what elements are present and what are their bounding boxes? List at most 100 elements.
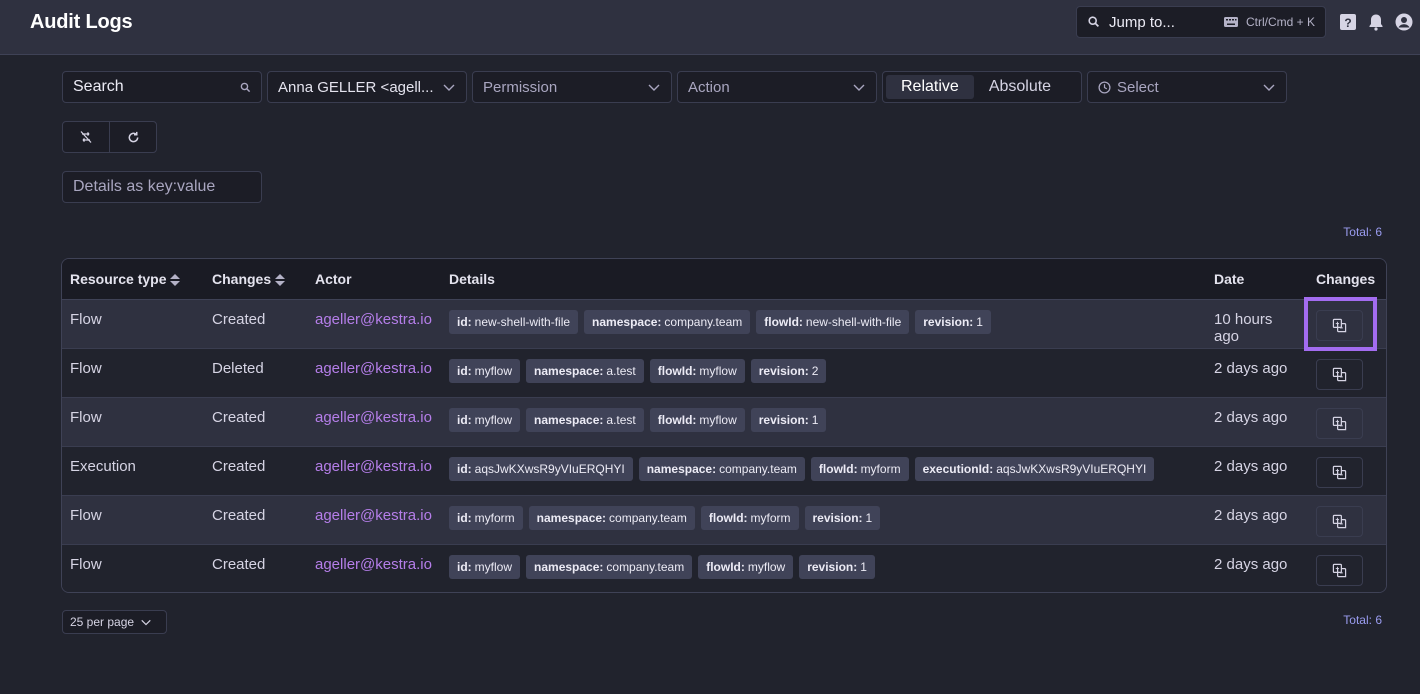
details-filter-input[interactable]: Details as key:value	[62, 171, 262, 203]
detail-chip: revision: 2	[750, 358, 827, 383]
detail-value: myform	[750, 510, 791, 525]
detail-key: id:	[457, 314, 472, 329]
diff-icon	[1332, 416, 1347, 430]
detail-key: id:	[457, 412, 472, 427]
details-filter-placeholder: Details as key:value	[73, 178, 216, 195]
detail-key: flowId:	[818, 461, 858, 476]
detail-key: id:	[457, 461, 472, 476]
detail-chip: revision: 1	[915, 309, 991, 334]
table-row: Flow Created ageller@kestra.io id: myflow nam…	[62, 544, 1386, 592]
keyboard-icon	[1223, 17, 1238, 27]
diff-cell	[1308, 397, 1386, 446]
detail-value: a.test	[606, 363, 636, 378]
detail-value: company.team	[719, 461, 797, 476]
detail-key: id:	[457, 559, 472, 574]
refresh-button[interactable]	[109, 122, 156, 152]
details-cell: id: aqsJwKXwsR9yVIuERQHYI namespace: compan…	[441, 446, 1206, 495]
detail-chip: flowId: myflow	[649, 407, 745, 432]
actor-link[interactable]: ageller@kestra.io	[307, 495, 441, 544]
detail-key: revision:	[807, 559, 858, 574]
action-select[interactable]: Action	[677, 71, 877, 103]
per-page-select[interactable]: 25 per page	[62, 610, 167, 634]
sort-icon	[275, 274, 286, 287]
actor-link[interactable]: ageller@kestra.io	[307, 446, 441, 495]
time-mode-absolute[interactable]: Absolute	[974, 75, 1066, 99]
details-cell: id: myflow namespace: company.team flowId: my…	[441, 544, 1206, 592]
jump-to-search[interactable]: Jump to... Ctrl/Cmd + K	[1076, 6, 1326, 38]
chevron-down-icon	[648, 84, 660, 91]
view-changes-button[interactable]	[1316, 309, 1363, 341]
detail-value: company.team	[664, 314, 743, 329]
detail-value: 1	[865, 510, 873, 525]
view-changes-button[interactable]	[1316, 407, 1363, 439]
diff-icon	[1332, 514, 1347, 528]
column-label: Resource type	[70, 270, 167, 287]
change-cell: Created	[212, 457, 266, 475]
change-cell: Created	[212, 555, 266, 573]
actor-link[interactable]: ageller@kestra.io	[307, 544, 441, 592]
detail-chip: namespace: company.team	[528, 505, 695, 530]
action-placeholder: Action	[688, 78, 730, 96]
actor-link[interactable]: ageller@kestra.io	[307, 397, 441, 446]
view-changes-button[interactable]	[1316, 358, 1363, 390]
detail-chip: id: myflow	[449, 358, 521, 383]
detail-key: id:	[457, 363, 472, 378]
detail-chip: namespace: company.team	[584, 309, 751, 334]
search-icon	[1088, 16, 1099, 27]
page-title: Audit Logs	[30, 11, 133, 33]
detail-chip: id: myflow	[449, 554, 521, 579]
time-range-select[interactable]: Select	[1087, 71, 1287, 103]
details-cell: id: myflow namespace: a.test flowId: myflow re…	[441, 397, 1206, 446]
diff-icon	[1332, 367, 1347, 381]
total-count-top: Total: 6	[1343, 225, 1382, 239]
column-changes[interactable]: Changes	[204, 259, 307, 300]
detail-key: flowId:	[706, 559, 745, 574]
help-icon[interactable]: ?	[1339, 13, 1357, 31]
time-mode-relative[interactable]: Relative	[886, 75, 974, 99]
details-cell: id: myflow namespace: a.test flowId: myflow re…	[441, 348, 1206, 397]
detail-key: flowId:	[764, 314, 803, 329]
detail-chip: id: aqsJwKXwsR9yVIuERQHYI	[449, 456, 633, 481]
detail-chip: id: new-shell-with-file	[449, 309, 579, 334]
diff-cell	[1308, 446, 1386, 495]
date-cell: 10 hours ago	[1214, 310, 1273, 345]
table-row: Flow Deleted ageller@kestra.io id: myflow nam…	[62, 348, 1386, 397]
column-details: Details	[441, 259, 1206, 300]
column-label: Changes	[212, 270, 272, 287]
permission-select[interactable]: Permission	[472, 71, 672, 103]
svg-text:?: ?	[1344, 16, 1351, 30]
detail-key: namespace:	[534, 363, 604, 378]
detail-key: namespace:	[536, 510, 607, 525]
bell-icon[interactable]	[1367, 13, 1385, 31]
view-changes-button[interactable]	[1316, 554, 1363, 586]
user-account-icon[interactable]	[1395, 13, 1413, 31]
chevron-down-icon	[443, 84, 455, 91]
detail-chip: executionId: aqsJwKXwsR9yVIuERQHYI	[914, 456, 1155, 481]
detail-value: 1	[811, 412, 819, 427]
search-input[interactable]: Search	[62, 71, 262, 103]
detail-key: revision:	[758, 412, 809, 427]
detail-chip: flowId: myflow	[649, 358, 745, 383]
detail-chip: namespace: a.test	[526, 407, 644, 432]
change-cell: Deleted	[212, 359, 264, 377]
column-changes-diff: Changes	[1308, 259, 1386, 300]
actor-select[interactable]: Anna GELLER <agell...	[267, 71, 467, 103]
detail-key: namespace:	[534, 412, 604, 427]
detail-value: 1	[976, 314, 983, 329]
sort-icon	[170, 274, 181, 287]
detail-key: flowId:	[657, 363, 697, 378]
chevron-down-icon	[853, 84, 865, 91]
resource-type-cell: Execution	[70, 457, 136, 475]
column-resource-type[interactable]: Resource type	[62, 259, 204, 300]
view-changes-button[interactable]	[1316, 456, 1363, 488]
diff-icon	[1332, 563, 1347, 577]
change-cell: Created	[212, 506, 266, 524]
detail-value: myflow	[699, 412, 737, 427]
detail-chip: revision: 1	[750, 407, 827, 432]
diff-cell	[1308, 299, 1386, 348]
view-changes-button[interactable]	[1316, 505, 1363, 537]
detail-chip: flowId: myflow	[698, 554, 794, 579]
actor-link[interactable]: ageller@kestra.io	[307, 348, 441, 397]
clear-filters-button[interactable]	[63, 122, 109, 152]
actor-link[interactable]: ageller@kestra.io	[307, 299, 441, 348]
